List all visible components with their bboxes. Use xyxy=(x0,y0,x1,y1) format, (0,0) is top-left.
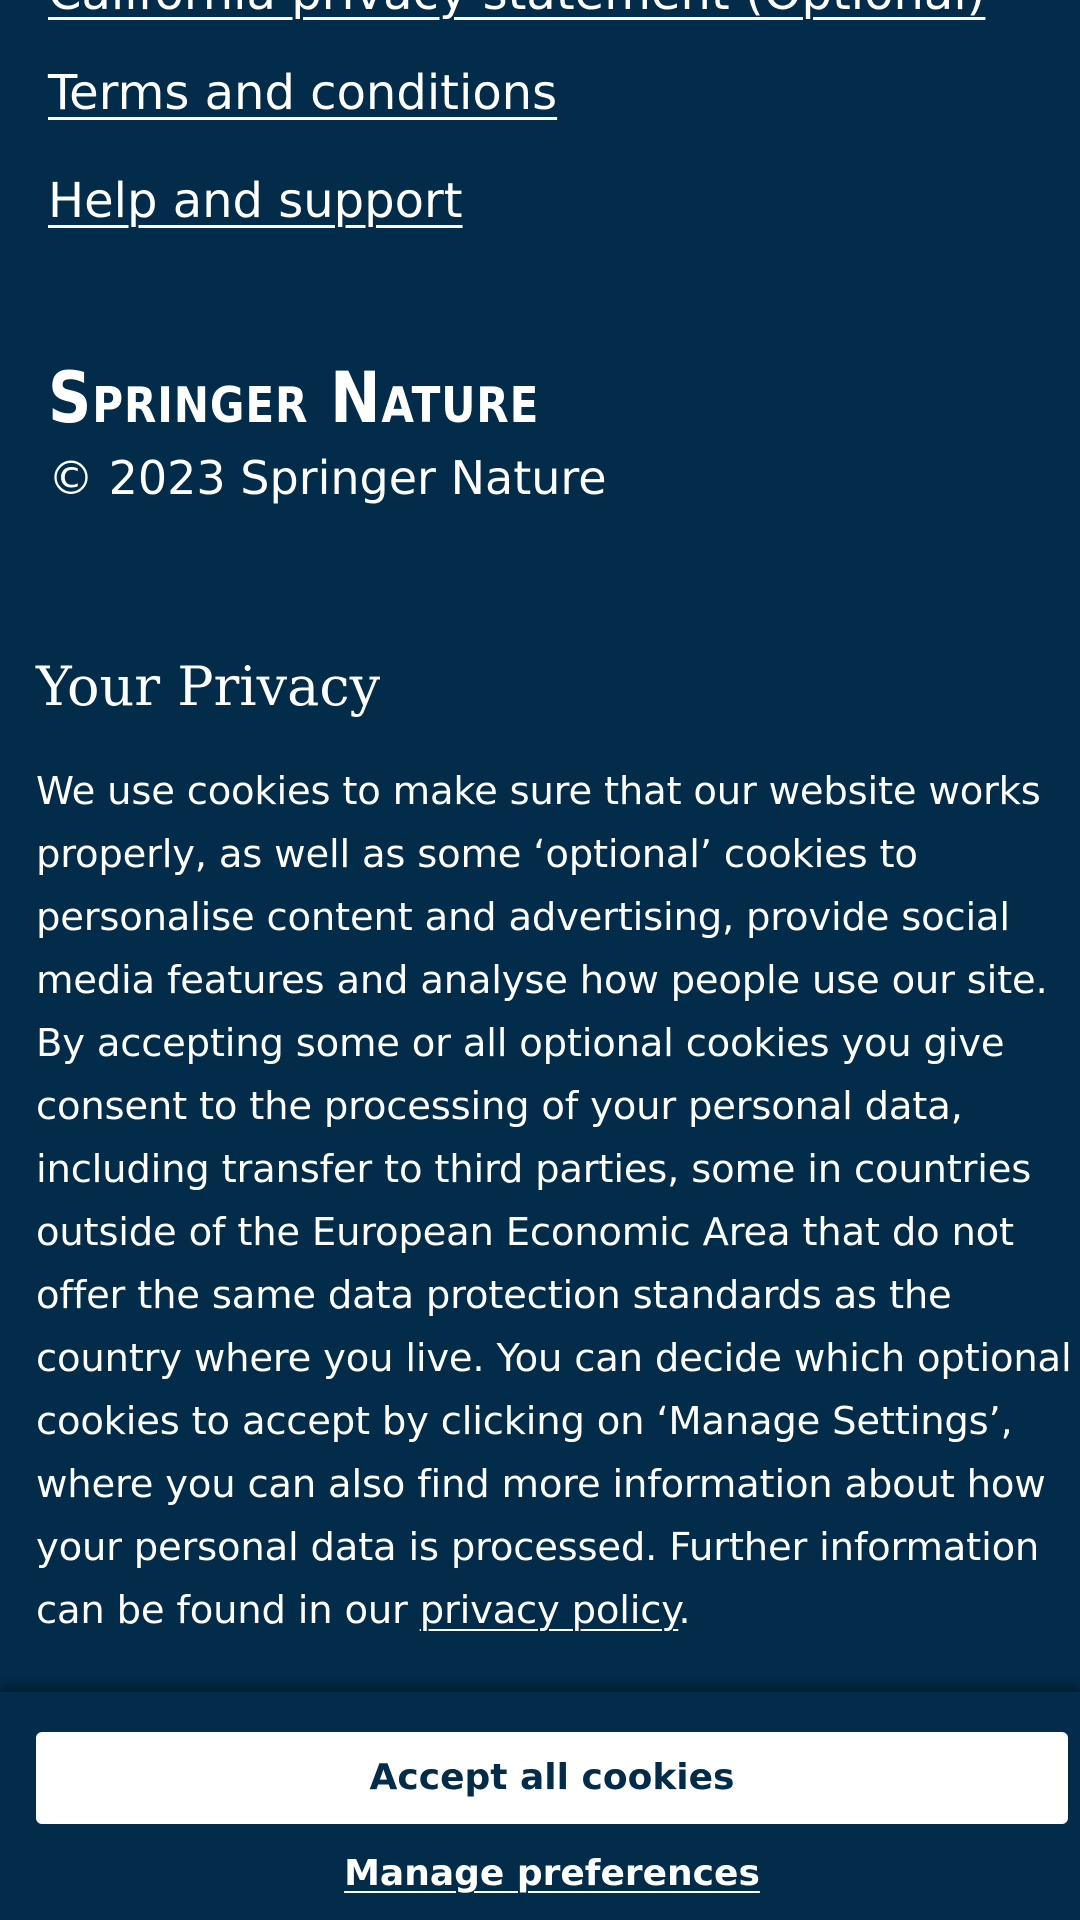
cookie-consent-bar: Accept all cookies Manage preferences xyxy=(0,1692,1080,1920)
springer-nature-logo: Springer Nature xyxy=(48,357,540,439)
privacy-body-suffix: . xyxy=(678,1588,691,1633)
privacy-body-prefix: can be found in our xyxy=(36,1588,420,1633)
privacy-body-line: media features and analyse how people us… xyxy=(36,958,1048,1003)
manage-preferences-link[interactable]: Manage preferences xyxy=(0,1852,1080,1896)
privacy-body-line: country where you live. You can decide w… xyxy=(36,1336,1072,1381)
accept-all-cookies-button[interactable]: Accept all cookies xyxy=(36,1732,1068,1824)
page: California privacy statement (Optional) … xyxy=(0,0,1080,1920)
privacy-policy-link[interactable]: privacy policy xyxy=(420,1588,679,1633)
copyright-text: © 2023 Springer Nature xyxy=(48,451,607,505)
privacy-body-line: where you can also find more information… xyxy=(36,1462,1046,1507)
help-and-support-link[interactable]: Help and support xyxy=(48,172,463,230)
privacy-body: We use cookies to make sure that our web… xyxy=(36,760,1072,1642)
privacy-body-line: your personal data is processed. Further… xyxy=(36,1525,1040,1570)
privacy-body-line: We use cookies to make sure that our web… xyxy=(36,769,1041,814)
privacy-body-line: offer the same data protection standards… xyxy=(36,1273,952,1318)
privacy-body-line: consent to the processing of your person… xyxy=(36,1084,963,1129)
terms-and-conditions-link[interactable]: Terms and conditions xyxy=(48,64,557,122)
privacy-body-line: By accepting some or all optional cookie… xyxy=(36,1021,1005,1066)
privacy-heading: Your Privacy xyxy=(36,655,381,718)
privacy-body-line: outside of the European Economic Area th… xyxy=(36,1210,1014,1255)
california-privacy-link[interactable]: California privacy statement (Optional) xyxy=(48,0,985,22)
privacy-body-line: properly, as well as some ‘optional’ coo… xyxy=(36,832,918,877)
privacy-body-last-line: can be found in our privacy policy. xyxy=(36,1579,1066,1642)
privacy-body-line: including transfer to third parties, som… xyxy=(36,1147,1032,1192)
privacy-body-line: personalise content and advertising, pro… xyxy=(36,895,1010,940)
privacy-body-line: cookies to accept by clicking on ‘Manage… xyxy=(36,1399,1013,1444)
